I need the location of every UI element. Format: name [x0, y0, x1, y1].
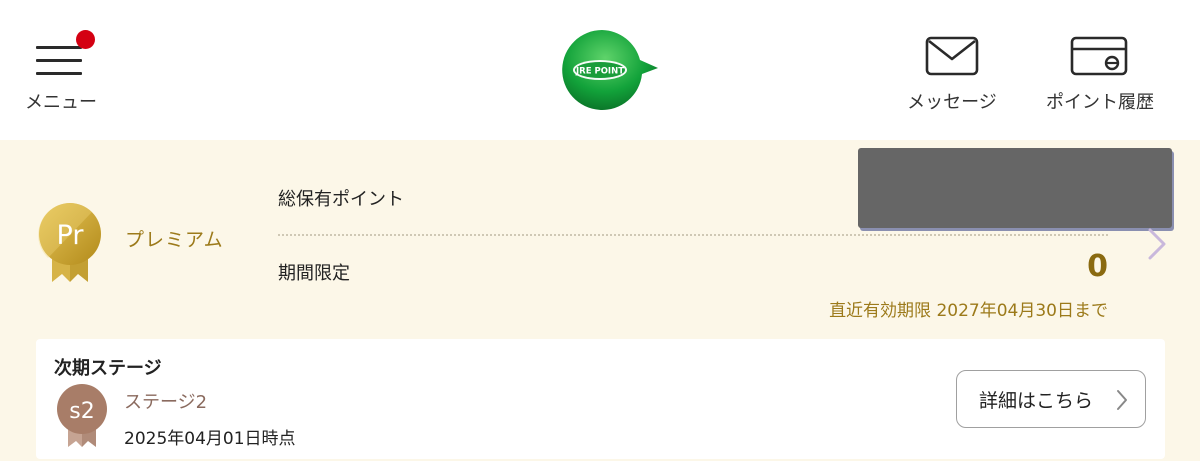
details-button[interactable]: 詳細はこちら [956, 370, 1146, 428]
masked-total-points [858, 148, 1172, 228]
point-history-button[interactable]: ポイント履歴 [1040, 30, 1160, 120]
points-panel[interactable]: Pr プレミアム 総保有ポイント 期間限定 0 直近有効期限 2027年04月3… [0, 140, 1200, 461]
stage-badge-text: s2 [69, 399, 94, 424]
card-icon [1070, 36, 1128, 76]
chevron-right-icon [1117, 390, 1127, 410]
jre-point-logo[interactable]: JRE POINT [560, 28, 660, 114]
next-stage-card: 次期ステージ s2 ステージ2 2025年04月01日時点 詳細はこちら [36, 339, 1165, 459]
menu-button[interactable]: メニュー [18, 28, 104, 118]
message-label: メッセージ [907, 92, 997, 113]
total-points-label: 総保有ポイント [278, 189, 404, 210]
notification-dot [76, 30, 95, 49]
logo-text: JRE POINT [575, 67, 624, 77]
hamburger-icon [36, 42, 82, 76]
point-history-label: ポイント履歴 [1046, 92, 1154, 113]
details-button-label: 詳細はこちら [979, 390, 1094, 412]
stage-badge: s2 [56, 383, 108, 449]
premium-rank-badge: Pr [38, 202, 102, 286]
chevron-right-icon[interactable] [1142, 226, 1170, 262]
stage-name: ステージ2 [124, 392, 208, 413]
next-stage-title: 次期ステージ [54, 358, 162, 379]
expiry-date: 直近有効期限 2027年04月30日まで [829, 301, 1108, 321]
limited-points-value: 0 [1087, 249, 1108, 284]
envelope-icon [925, 36, 979, 76]
app-header: メニュー JRE POINT メッセージ ポイント履歴 [0, 0, 1200, 140]
message-button[interactable]: メッセージ [900, 30, 1004, 120]
stage-as-of-date: 2025年04月01日時点 [124, 429, 296, 449]
rank-badge-text: Pr [57, 220, 85, 251]
menu-label: メニュー [25, 92, 97, 113]
rank-name: プレミアム [125, 229, 224, 251]
divider [278, 234, 1108, 236]
limited-points-label: 期間限定 [278, 263, 350, 284]
